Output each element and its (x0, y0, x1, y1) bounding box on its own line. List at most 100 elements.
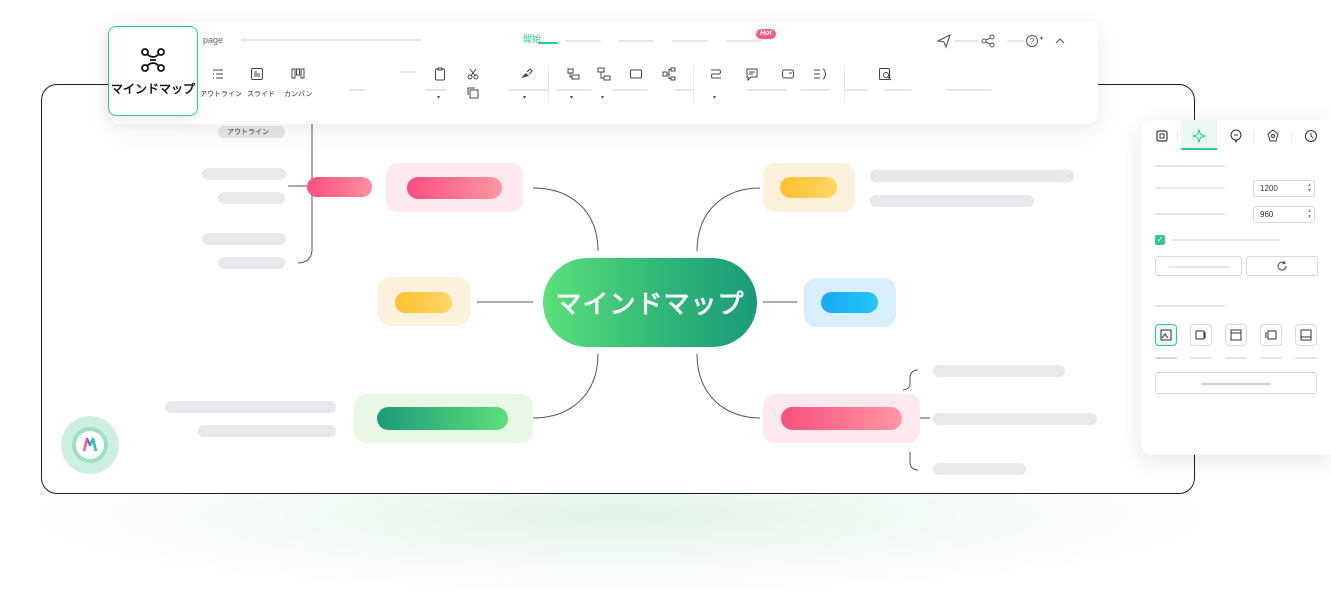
reset-button-label (1168, 266, 1230, 268)
toolbar-divider (844, 66, 845, 102)
subtopic-dropdown-caret[interactable]: ▾ (601, 94, 604, 101)
clipboard-icon[interactable] (432, 66, 448, 82)
collapse-up-icon[interactable] (1052, 33, 1068, 49)
view-outline-label[interactable]: アウトライン (200, 89, 242, 99)
paste-dropdown-caret[interactable]: ▾ (437, 94, 440, 101)
toolbar-placeholder (884, 89, 912, 91)
help-icon[interactable]: ? (1024, 33, 1040, 49)
stepper-icon[interactable]: ▲ ▼ (1307, 182, 1312, 194)
width-label (1155, 187, 1225, 189)
add-subtopic-icon[interactable] (596, 66, 612, 82)
toolbar-placeholder (612, 89, 648, 91)
layout-thumb-label (1295, 357, 1317, 359)
history-tab-icon[interactable] (1303, 128, 1319, 144)
toolbar-placeholder (800, 89, 830, 91)
connector-bottom-right (696, 353, 761, 419)
layout-section-title (1155, 305, 1225, 307)
layout-thumb[interactable] (1225, 324, 1247, 346)
relationship-icon[interactable] (708, 66, 724, 82)
scissors-icon[interactable] (465, 66, 481, 82)
menu-item[interactable] (672, 40, 708, 42)
width-input[interactable]: 1200 ▲ ▼ (1253, 180, 1315, 197)
toolbar-divider (693, 66, 694, 102)
help-dropdown-caret[interactable]: ▾ (1040, 35, 1043, 42)
layout-icon (1265, 330, 1277, 340)
marker-tab-icon[interactable] (1228, 128, 1244, 144)
summary-icon[interactable] (812, 66, 828, 82)
top-toolbar: page 開始 Hot ? ▾ アウトライン スライド カンバン ▾ ▾ ▾ ▾… (110, 22, 1098, 124)
copy-icon[interactable] (465, 85, 481, 101)
option-checkbox[interactable]: ✓ (1155, 235, 1165, 245)
sub-branch-upper (902, 369, 919, 391)
share-label (1007, 40, 1025, 42)
view-kanban-label[interactable]: カンバン (284, 89, 312, 99)
placeholder-pill (218, 257, 285, 269)
send-icon[interactable] (936, 33, 952, 49)
height-value: 960 (1260, 210, 1274, 219)
refresh-button[interactable] (1246, 256, 1318, 276)
placeholder-pill (202, 233, 286, 245)
reset-button[interactable] (1155, 256, 1242, 276)
kanban-icon[interactable] (290, 66, 306, 82)
panel-tab-divider (1177, 132, 1178, 142)
placeholder-pill (933, 413, 1097, 425)
topic-pill-green (377, 407, 508, 430)
menu-item[interactable] (565, 40, 601, 42)
topic-pill-yellow (395, 292, 452, 313)
topic-dropdown-caret[interactable]: ▾ (570, 94, 573, 101)
floating-topic-icon[interactable] (661, 66, 677, 82)
panel-section-title (1155, 165, 1225, 167)
placeholder-pill (202, 168, 286, 180)
brand-badge[interactable] (61, 416, 119, 474)
placeholder-pill (198, 425, 336, 437)
layout-thumb[interactable] (1190, 324, 1212, 346)
app-name: マインドマップ (110, 81, 195, 96)
checkbox-label (1172, 239, 1280, 241)
brand-logo-icon (82, 437, 98, 452)
outline-pink-node[interactable] (307, 177, 372, 197)
menu-item[interactable] (618, 40, 654, 42)
placeholder-pill (218, 192, 285, 204)
topic-pill-pink (407, 177, 502, 199)
layout-thumb-label (1260, 357, 1282, 359)
tab-partial-title: page (203, 35, 224, 45)
share-icon[interactable] (980, 33, 996, 49)
refresh-icon (1277, 260, 1287, 271)
central-topic[interactable]: マインドマップ (543, 258, 757, 347)
height-input[interactable]: 960 ▲ ▼ (1253, 206, 1315, 223)
relationship-dropdown-caret[interactable]: ▾ (713, 94, 716, 101)
app-logo-card[interactable]: マインドマップ (108, 26, 198, 116)
menu-item[interactable] (726, 40, 762, 42)
toolbar-placeholder (844, 89, 868, 91)
format-painter-icon[interactable] (518, 66, 534, 82)
frame-icon[interactable] (628, 66, 644, 82)
theme-tab-icon[interactable] (1265, 128, 1281, 144)
layout-thumb-active[interactable] (1155, 324, 1177, 346)
apply-button[interactable] (1155, 372, 1317, 394)
slide-icon[interactable] (249, 66, 265, 82)
format-dropdown-caret[interactable]: ▾ (523, 94, 526, 101)
find-replace-icon[interactable] (877, 66, 893, 82)
layout-icon (1195, 330, 1206, 340)
layout-thumb[interactable] (1295, 324, 1317, 346)
format-side-panel: 1200 ▲ ▼ 960 ▲ ▼ ✓ (1141, 120, 1331, 455)
page-tab-icon[interactable] (1154, 128, 1170, 144)
stepper-icon[interactable]: ▲ ▼ (1307, 208, 1312, 220)
toolbar-placeholder (400, 71, 416, 73)
brand-logo-ring (72, 427, 108, 463)
label-icon[interactable] (780, 66, 796, 82)
toolbar-placeholder (747, 89, 787, 91)
connector-top-right (696, 187, 761, 252)
add-topic-icon[interactable] (565, 66, 581, 82)
width-value: 1200 (1260, 184, 1278, 193)
ai-sparkle-icon[interactable] (1191, 128, 1207, 144)
layout-thumb[interactable] (1260, 324, 1282, 346)
comment-icon[interactable] (744, 66, 760, 82)
view-slide-label[interactable]: スライド (247, 89, 275, 99)
layout-thumb-label (1155, 357, 1177, 359)
layout-icon (1160, 329, 1172, 341)
layout-thumb-label (1190, 357, 1212, 359)
svg-text:?: ? (1030, 37, 1035, 46)
outline-icon[interactable] (210, 66, 226, 82)
outline-chip-label: アウトライン (227, 129, 269, 136)
